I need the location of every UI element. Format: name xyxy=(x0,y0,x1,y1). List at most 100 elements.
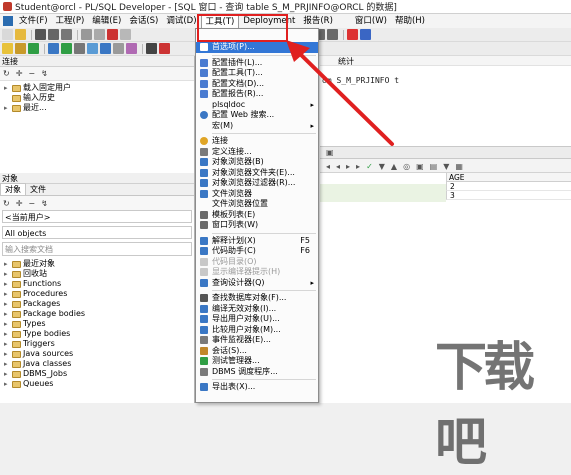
menu-project[interactable]: 工程(P) xyxy=(52,14,89,28)
post-icon[interactable]: ✓ xyxy=(366,162,373,171)
tree-item-functions[interactable]: ▸ Functions xyxy=(4,279,194,289)
replace-icon[interactable] xyxy=(159,43,170,54)
first-record-icon[interactable]: ◂ xyxy=(326,162,330,171)
refresh-icon[interactable]: ↻ xyxy=(3,69,10,78)
submenu-arrow-icon: ▸ xyxy=(310,278,314,287)
tree-item-procedures[interactable]: ▸ Procedures xyxy=(4,289,194,299)
menu-item-explain-plan[interactable]: 解释计划(X) F5 xyxy=(196,236,318,247)
tree-item-recycle-bin[interactable]: ▸ 回收站 xyxy=(4,269,194,279)
menu-help[interactable]: 帮助(H) xyxy=(391,14,429,28)
refresh-icon[interactable]: ↻ xyxy=(3,199,10,208)
menu-edit[interactable]: 编辑(E) xyxy=(88,14,125,28)
tree-item-dbms-jobs[interactable]: ▸ DBMS_Jobs xyxy=(4,369,194,379)
tab-objects[interactable]: 对象 xyxy=(0,183,26,195)
object-search-input[interactable]: 输入搜索文档 xyxy=(2,242,192,256)
remove-icon[interactable]: − xyxy=(28,69,35,78)
command-window-icon[interactable] xyxy=(61,43,72,54)
tree-item-history[interactable]: 输入历史 xyxy=(4,93,194,103)
print-icon[interactable] xyxy=(61,29,72,40)
menu-item-dbms-scheduler[interactable]: DBMS 调度程序... xyxy=(196,367,318,378)
search-icon[interactable]: ◎ xyxy=(403,162,410,171)
menu-item-query-designer[interactable]: 查询设计器(Q) ▸ xyxy=(196,278,318,289)
add-icon[interactable]: ✛ xyxy=(16,199,23,208)
menu-item-export-user-objects[interactable]: 导出用户对象(U)... xyxy=(196,314,318,325)
tree-item-java-sources[interactable]: ▸ Java sources xyxy=(4,349,194,359)
menu-item-file-browser[interactable]: 文件浏览器 xyxy=(196,189,318,200)
menu-item-object-browser-filters[interactable]: 对象浏览器过滤器(R)... xyxy=(196,178,318,189)
menu-item-find-db-objects[interactable]: 查找数据库对象(F)... xyxy=(196,293,318,304)
tree-item-java-classes[interactable]: ▸ Java classes xyxy=(4,359,194,369)
link-icon[interactable]: ↯ xyxy=(41,199,48,208)
new-icon[interactable] xyxy=(2,29,13,40)
menu-item-export-tables[interactable]: 导出表(X)... xyxy=(196,382,318,393)
grid-cell[interactable]: 2 xyxy=(446,182,571,191)
window-list-icon xyxy=(200,221,208,230)
explain-icon[interactable] xyxy=(100,43,111,54)
remove-icon[interactable]: − xyxy=(28,199,35,208)
menu-item-test-manager[interactable]: 测试管理器... xyxy=(196,356,318,367)
menu-session[interactable]: 会话(S) xyxy=(125,14,162,28)
copy-icon[interactable] xyxy=(120,29,131,40)
open-icon[interactable] xyxy=(15,29,26,40)
menu-item-sessions[interactable]: 会话(S)... xyxy=(196,346,318,357)
key-icon[interactable] xyxy=(2,43,13,54)
delete-icon[interactable]: ▲ xyxy=(391,162,397,171)
insert-icon[interactable]: ▼ xyxy=(379,162,385,171)
toolbar-separator xyxy=(31,29,32,40)
connect-icon[interactable] xyxy=(28,43,39,54)
last-record-icon[interactable]: ▸ xyxy=(356,162,360,171)
diagram-icon[interactable] xyxy=(87,43,98,54)
tree-item-type-bodies[interactable]: ▸ Type bodies xyxy=(4,329,194,339)
export-icon[interactable]: ▤ xyxy=(430,162,438,171)
chart-icon[interactable]: ▦ xyxy=(455,162,463,171)
tree-item-types[interactable]: ▸ Types xyxy=(4,319,194,329)
sql-window-icon[interactable] xyxy=(48,43,59,54)
menu-item-file-browser-location[interactable]: 文件浏览器位置 xyxy=(196,199,318,210)
menu-item-template-list[interactable]: 模板列表(E) xyxy=(196,210,318,221)
menu-item-window-list[interactable]: 窗口列表(W) xyxy=(196,220,318,231)
tree-item-package-bodies[interactable]: ▸ Package bodies xyxy=(4,309,194,319)
menu-item-object-browser-folders[interactable]: 对象浏览器文件夹(E)... xyxy=(196,168,318,179)
menu-item-object-browser[interactable]: 对象浏览器(B) xyxy=(196,157,318,168)
tree-item-recent-objects[interactable]: ▸ 最近对象 xyxy=(4,259,194,269)
menu-debug[interactable]: 调试(D) xyxy=(162,14,200,28)
add-icon[interactable]: ✛ xyxy=(16,69,23,78)
annotation-highlight-box xyxy=(197,14,288,42)
cut-icon[interactable] xyxy=(107,29,118,40)
save-all-icon[interactable] xyxy=(48,29,59,40)
menu-item-compare-user-objects[interactable]: 比较用户对象(M)... xyxy=(196,325,318,336)
find-icon[interactable] xyxy=(146,43,157,54)
expand-icon[interactable]: ▸ xyxy=(4,103,12,113)
prev-record-icon[interactable]: ◂ xyxy=(336,162,340,171)
run-icon[interactable] xyxy=(15,43,26,54)
redo-icon[interactable] xyxy=(94,29,105,40)
tree-item-fixed-users[interactable]: ▸ 载入固定用户 xyxy=(4,83,194,93)
menu-window[interactable]: 窗口(W) xyxy=(351,14,391,28)
menu-item-code-assistant[interactable]: 代码助手(C) F6 xyxy=(196,246,318,257)
menu-file[interactable]: 文件(F) xyxy=(15,14,52,28)
link-icon[interactable]: ↯ xyxy=(41,69,48,78)
grid-column-header[interactable]: AGE xyxy=(446,173,571,182)
tree-item-recent[interactable]: ▸ 最近... xyxy=(4,103,194,113)
report-icon[interactable] xyxy=(74,43,85,54)
browse-icon[interactable] xyxy=(126,43,137,54)
tree-item-triggers[interactable]: ▸ Triggers xyxy=(4,339,194,349)
menu-item-event-monitor[interactable]: 事件监视器(E)... xyxy=(196,335,318,346)
next-record-icon[interactable]: ▸ xyxy=(346,162,350,171)
tree-item-packages[interactable]: ▸ Packages xyxy=(4,299,194,309)
grid-cell[interactable]: 3 xyxy=(446,191,571,200)
expand-icon[interactable]: ▸ xyxy=(4,83,12,93)
menu-item-compile-invalid[interactable]: 编译无效对象(I)... xyxy=(196,304,318,315)
connection-panel-header: 连接 xyxy=(0,56,194,67)
tree-item-queues[interactable]: ▸ Queues xyxy=(4,379,194,389)
undo-icon[interactable] xyxy=(81,29,92,40)
current-user-select[interactable]: <当前用户> xyxy=(2,210,192,223)
object-filter-select[interactable]: All objects xyxy=(2,226,192,239)
save-icon[interactable] xyxy=(35,29,46,40)
test-icon[interactable] xyxy=(113,43,124,54)
filter-icon[interactable]: ▼ xyxy=(443,162,449,171)
system-menu-icon[interactable] xyxy=(3,16,13,26)
save-record-icon[interactable]: ▣ xyxy=(416,162,424,171)
tab-files[interactable]: 文件 xyxy=(26,184,50,195)
menu-reports[interactable]: 报告(R) xyxy=(299,14,337,28)
